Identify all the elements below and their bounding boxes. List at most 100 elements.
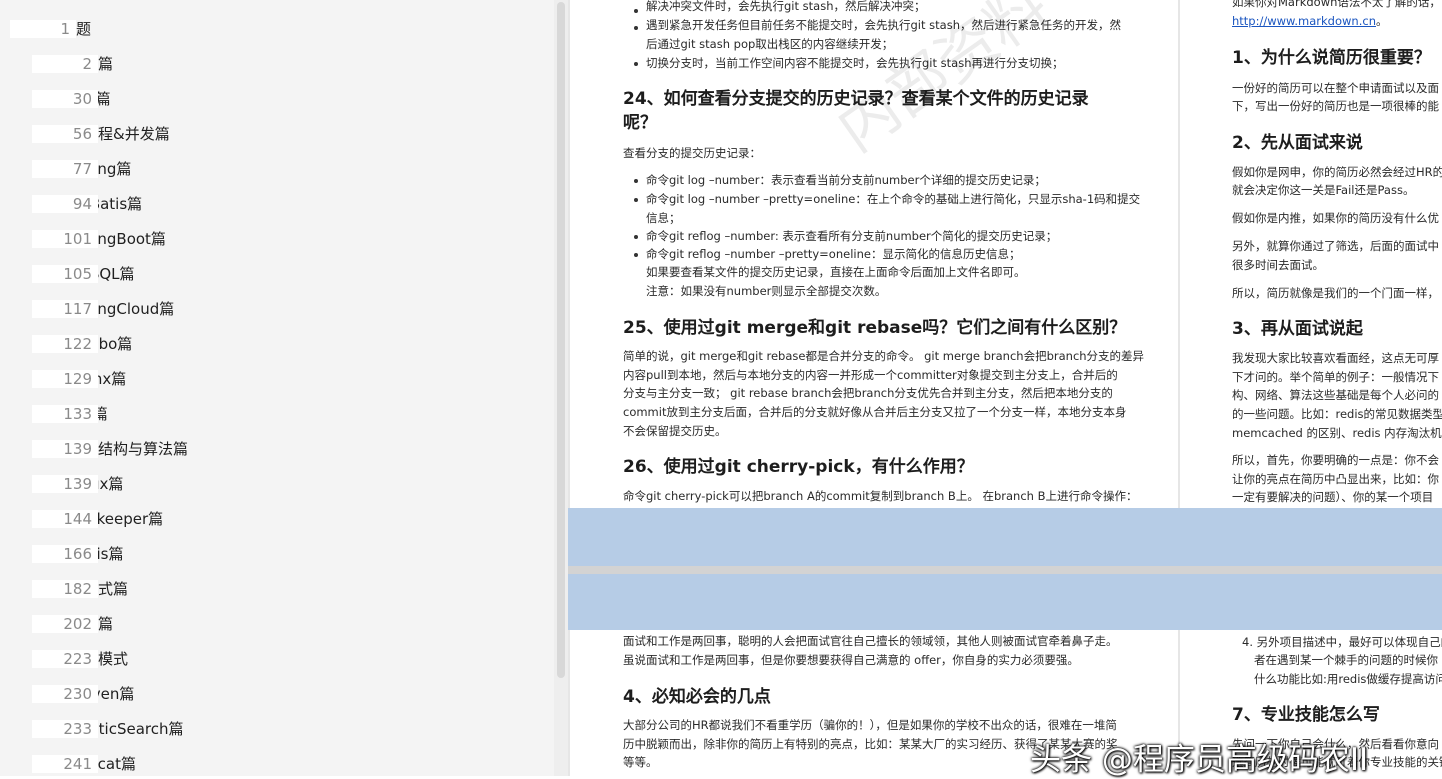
text-line: 不会保留提交历史。 — [623, 424, 727, 438]
sidebar-bookmark-item[interactable]: ▶网络篇202 — [0, 606, 548, 641]
bookmark-page-number: 241 — [32, 754, 98, 773]
text-line: 遇到紧急开发任务但目前任务不能提交时，会先执行git stash，然后进行紧急任… — [646, 18, 1121, 32]
text-line: 如果要查看某文件的提交历史记录，直接在上面命令后面加上文件名即可。 — [646, 265, 1026, 279]
section-heading-26: 26、使用过git cherry-pick，有什么作用？ — [623, 457, 974, 477]
text-line: 下才问的。举个简单的例子：一般情况下 — [1232, 370, 1439, 384]
bookmark-page-number: 129 — [32, 369, 98, 388]
bookmark-label: Nginx篇 — [68, 368, 548, 389]
sidebar-bookmark-item[interactable]: ▶Nginx篇129 — [0, 361, 548, 396]
text-line: 者在遇到某一个棘手的问题的时候你 — [1254, 653, 1438, 667]
sidebar-bookmark-item[interactable]: 数据结构与算法篇 139 — [0, 431, 548, 466]
sidebar-bookmark-item[interactable]: ▶maven篇230 — [0, 676, 548, 711]
bookmark-page-number: 77 — [32, 159, 98, 178]
text-line: 命令git log –number –pretty=oneline：在上个命令的… — [646, 192, 1141, 206]
text-line: 信息； — [646, 211, 681, 225]
redaction-band — [568, 574, 1442, 630]
sidebar-bookmark-item[interactable]: ▶Redis篇166 — [0, 536, 548, 571]
sidebar-bookmark-item[interactable]: ▶MQ篇133 — [0, 396, 548, 431]
section-heading-3: 3、再从面试说起 — [1232, 319, 1363, 339]
text-fragment: 。 — [1375, 14, 1388, 28]
text-line: 一定有要解决的问题）、你的某一个项目 — [1232, 490, 1434, 504]
bookmark-label: 基础篇 — [68, 53, 548, 74]
bookmark-page-number: 30 — [32, 89, 98, 108]
bullet-icon — [634, 26, 638, 30]
text-line: http://www.markdown.cn。 — [1232, 13, 1387, 29]
sidebar-bookmark-item[interactable]: ▶JVM篇30 — [0, 81, 548, 116]
bullet-icon — [634, 62, 638, 66]
section-heading-2: 2、先从面试来说 — [1232, 133, 1363, 153]
text-line: 简单的说，git merge和git rebase都是合并分支的命令。 git … — [623, 349, 1145, 363]
bookmark-label: maven篇 — [68, 685, 135, 703]
sidebar-bookmark-item[interactable]: ▶Linux篇139 — [0, 466, 548, 501]
markdown-link[interactable]: http://www.markdown.cn — [1232, 14, 1376, 28]
bookmark-page-number: 1 — [10, 19, 76, 38]
sidebar-bookmark-item[interactable]: ▶Dubbo篇122 — [0, 326, 548, 361]
text-line: 命令git cherry-pick可以把branch A的commit复制到br… — [623, 489, 1138, 503]
sidebar-bookmark-item[interactable]: ▶ElasticSearch篇233 — [0, 711, 548, 746]
text-line: 的一些问题。比如：redis的常见数据类型 — [1232, 407, 1442, 421]
text-line: 假如你是网申，你的简历必然会经过HR的 — [1232, 165, 1442, 179]
bookmark-label: MyBatis篇 — [68, 195, 143, 213]
bookmark-page-number: 202 — [32, 614, 98, 633]
platform-watermark: 头条 @程序员高级码农II — [1030, 742, 1369, 778]
sidebar-bookmark-item[interactable]: ▶SpringCloud篇117 — [0, 291, 548, 326]
text-line: 一份好的简历可以在整个申请面试以及面 — [1232, 81, 1439, 95]
bookmark-label: SpringCloud篇 — [68, 300, 175, 318]
bookmark-page-number: 122 — [32, 334, 98, 353]
bookmark-page-number: 233 — [32, 719, 98, 738]
sidebar-bookmark-item[interactable]: ▶设计模式223 — [0, 641, 548, 676]
bookmark-sidebar: ◢ 面试题 1 ▶基础篇2▶JVM篇30▶多线程&并发篇56▶Spring篇77… — [0, 0, 568, 776]
bookmark-page-number: 2 — [32, 54, 98, 73]
sidebar-bookmark-item[interactable]: ▶Zookeeper篇144 — [0, 501, 548, 536]
text-line: 让你的亮点在简历中凸显出来，比如：你 — [1232, 472, 1439, 486]
text-line: 面试和工作是两回事，聪明的人会把面试官往自己擅长的领域领，其他人则被面试官牵着鼻… — [623, 634, 1118, 648]
text-line: 如果你对Markdown语法不太了解的话， — [1232, 0, 1441, 9]
bookmark-label: Linux篇 — [68, 473, 548, 494]
bookmark-root[interactable]: ◢ 面试题 1 — [0, 11, 548, 46]
bookmark-label: JVM篇 — [68, 88, 548, 109]
section-heading-24: 24、如何查看分支提交的历史记录？查看某个文件的历史记录 — [623, 89, 1089, 109]
bookmark-page-number: 94 — [32, 194, 98, 213]
text-line: 分支与主分支一致； git rebase branch会把branch分支优先合… — [623, 386, 1113, 400]
text-line: 我发现大家比较喜欢看面经，这点无可厚 — [1232, 351, 1439, 365]
text-line: 虽说面试和工作是两回事，但是你要想要获得自己满意的 offer，你自身的实力必须… — [623, 653, 1079, 667]
sidebar-bookmark-item[interactable]: ▶Spring篇77 — [0, 151, 548, 186]
text-line: 内容pull到本地，然后与本地分支的内容一并形成一个committer对象提交到… — [623, 368, 1118, 382]
text-line: 什么功能比如:用redis做缓存提高访问 — [1254, 672, 1442, 686]
sidebar-bookmark-item[interactable]: ▶SpringBoot篇101 — [0, 221, 548, 256]
bookmark-label: 设计模式 — [68, 650, 129, 668]
bookmark-page-number: 166 — [32, 544, 98, 563]
text-line: 4. 另外项目描述中，最好可以体现自己的 — [1242, 635, 1442, 649]
sidebar-bookmark-item[interactable]: ▶tomcat篇241 — [0, 746, 548, 776]
redaction-band — [568, 508, 1442, 566]
document-view[interactable]: 内部资料 解决冲突文件时，会先执行git stash，然后解决冲突； 遇到紧急开… — [568, 0, 1442, 776]
bookmark-page-number: 133 — [32, 404, 98, 423]
bullet-icon — [634, 9, 638, 13]
bookmark-label: 多线程&并发篇 — [68, 125, 170, 143]
section-heading-24-cont: 呢？ — [623, 113, 657, 133]
bookmark-label: 面试题 — [46, 18, 548, 39]
text-line: 另外，就算你通过了筛选，后面的面试中 — [1232, 239, 1439, 253]
section-heading-4: 4、必知必会的几点 — [623, 687, 771, 707]
sidebar-bookmark-item[interactable]: ▶基础篇2 — [0, 46, 548, 81]
bookmark-page-number: 117 — [32, 299, 98, 318]
text-line: 大部分公司的HR都说我们不看重学历（骗你的！），但是如果你的学校不出众的话，很难… — [623, 718, 1117, 732]
bookmark-label: Spring篇 — [68, 160, 132, 178]
bookmark-label: MySQL篇 — [68, 265, 135, 283]
bookmark-page-number: 139 — [32, 474, 98, 493]
sidebar-bookmark-item[interactable]: ▶多线程&并发篇56 — [0, 116, 548, 151]
sidebar-bookmark-item[interactable]: ▶MyBatis篇94 — [0, 186, 548, 221]
page-gap — [568, 566, 1442, 574]
text-line: 解决冲突文件时，会先执行git stash，然后解决冲突； — [646, 0, 926, 13]
bookmark-label: Dubbo篇 — [68, 335, 133, 353]
bookmark-page-number: 144 — [32, 509, 98, 528]
sidebar-bookmark-item[interactable]: ▶分布式篇182 — [0, 571, 548, 606]
sidebar-scrollbar-thumb[interactable] — [557, 2, 565, 678]
bookmark-page-number: 230 — [32, 684, 98, 703]
section-heading-25: 25、使用过git merge和git rebase吗？它们之间有什么区别？ — [623, 318, 1127, 338]
bookmark-label: SpringBoot篇 — [68, 230, 166, 248]
bookmark-page-number: 101 — [32, 229, 98, 248]
text-line: 注意：如果没有number则显示全部提交次数。 — [646, 284, 887, 298]
bullet-icon — [634, 253, 638, 257]
sidebar-bookmark-item[interactable]: ▶MySQL篇105 — [0, 256, 548, 291]
